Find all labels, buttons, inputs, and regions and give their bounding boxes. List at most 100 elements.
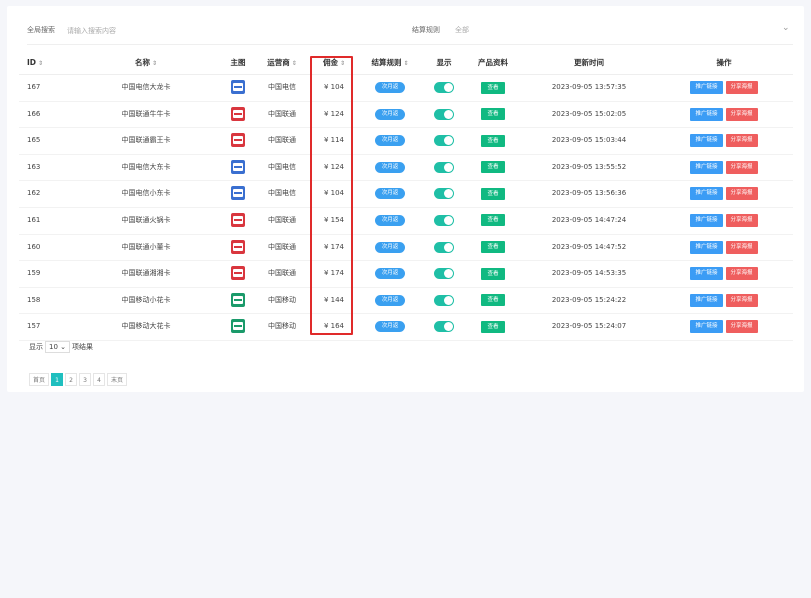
show-toggle[interactable] bbox=[434, 214, 454, 226]
sim-card-icon[interactable] bbox=[231, 80, 245, 94]
show-toggle[interactable] bbox=[434, 294, 454, 306]
chevron-down-icon[interactable]: ⌄ bbox=[782, 23, 790, 33]
view-button[interactable]: 查看 bbox=[481, 267, 505, 280]
show-toggle[interactable] bbox=[434, 321, 454, 333]
promo-link-button[interactable]: 推广链接 bbox=[690, 240, 723, 254]
sim-card-icon[interactable] bbox=[231, 319, 245, 334]
cell-name: 中国联通小董卡 bbox=[121, 242, 171, 251]
sim-card-icon[interactable] bbox=[231, 106, 245, 121]
view-button[interactable]: 查看 bbox=[481, 134, 505, 147]
promo-link-button[interactable]: 推广链接 bbox=[690, 107, 723, 121]
cell-id: 158 bbox=[27, 295, 41, 304]
table-row: 165 中国联通霸王卡 中国联通 ¥ 114 次月返 查看 2023-09-05… bbox=[19, 128, 793, 155]
cell-updated: 2023-09-05 15:03:44 bbox=[551, 136, 627, 145]
sort-icon[interactable]: ⇕ bbox=[403, 60, 408, 67]
column-header-commission[interactable]: 佣金 ⇕ bbox=[312, 52, 356, 74]
column-header-operator[interactable]: 运营商 ⇕ bbox=[257, 52, 307, 74]
sim-card-icon[interactable] bbox=[231, 133, 245, 148]
view-button[interactable]: 查看 bbox=[481, 241, 505, 254]
table-row: 162 中国电信小东卡 中国电信 ¥ 104 次月返 查看 2023-09-05… bbox=[19, 181, 793, 208]
sim-card-icon[interactable] bbox=[231, 159, 245, 174]
column-header-rule[interactable]: 结算规则 ⇕ bbox=[365, 52, 415, 74]
rule-filter-select[interactable]: 全部 bbox=[455, 25, 469, 35]
share-poster-button[interactable]: 分享海报 bbox=[725, 81, 758, 94]
view-button[interactable]: 查看 bbox=[481, 161, 505, 174]
share-poster-button[interactable]: 分享海报 bbox=[725, 240, 758, 254]
pager-page-button[interactable]: 3 bbox=[79, 373, 92, 386]
show-toggle[interactable] bbox=[434, 108, 454, 120]
view-button[interactable]: 查看 bbox=[481, 294, 505, 307]
cell-actions: 推广链接 分享海报 bbox=[659, 155, 789, 180]
product-table: ID ⇕ 名称 ⇕ 主图 运营商 ⇕ 佣金 ⇕ 结算规则 ⇕ 显示 产品资料 更新时间 操… bbox=[19, 52, 793, 341]
pager-last-button[interactable]: 末页 bbox=[107, 373, 128, 386]
show-toggle[interactable] bbox=[434, 161, 454, 173]
view-button[interactable]: 查看 bbox=[481, 108, 505, 121]
sort-icon[interactable]: ⇕ bbox=[340, 60, 345, 67]
cell-updated: 2023-09-05 14:47:24 bbox=[551, 215, 627, 224]
column-header-id[interactable]: ID ⇕ bbox=[19, 52, 59, 74]
share-poster-button[interactable]: 分享海报 bbox=[725, 107, 758, 121]
cell-commission: ¥ 104 bbox=[323, 189, 345, 198]
cell-rule: 次月返 bbox=[365, 75, 415, 100]
show-toggle[interactable] bbox=[434, 135, 454, 147]
cell-name: 中国联通火锅卡 bbox=[121, 215, 171, 224]
show-toggle[interactable] bbox=[434, 188, 454, 200]
share-poster-button[interactable]: 分享海报 bbox=[725, 267, 758, 281]
share-poster-button[interactable]: 分享海报 bbox=[725, 293, 758, 307]
view-button[interactable]: 查看 bbox=[481, 187, 505, 200]
share-poster-button[interactable]: 分享海报 bbox=[725, 160, 758, 174]
sim-card-icon[interactable] bbox=[231, 266, 245, 281]
sort-icon[interactable]: ⇕ bbox=[38, 60, 43, 67]
cell-show bbox=[425, 155, 463, 180]
pager-first-button[interactable]: 首页 bbox=[29, 373, 50, 386]
promo-link-button[interactable]: 推广链接 bbox=[690, 81, 723, 94]
pager-page-button[interactable]: 2 bbox=[65, 373, 78, 386]
pager-page-button[interactable]: 1 bbox=[51, 373, 64, 386]
table-body: 167 中国电信大龙卡 中国电信 ¥ 104 次月返 查看 2023-09-05… bbox=[19, 75, 793, 341]
rule-badge: 次月返 bbox=[374, 161, 406, 173]
view-button[interactable]: 查看 bbox=[481, 81, 505, 94]
sim-card-icon[interactable] bbox=[231, 212, 245, 227]
promo-link-button[interactable]: 推广链接 bbox=[690, 134, 723, 148]
rule-badge: 次月返 bbox=[374, 268, 406, 280]
view-button[interactable]: 查看 bbox=[481, 214, 505, 227]
cell-id: 167 bbox=[27, 83, 41, 91]
show-toggle[interactable] bbox=[434, 268, 454, 280]
cell-product: 查看 bbox=[469, 102, 517, 127]
sim-card-icon[interactable] bbox=[231, 186, 245, 201]
share-poster-button[interactable]: 分享海报 bbox=[725, 320, 758, 334]
search-input[interactable] bbox=[65, 22, 399, 40]
sort-icon[interactable]: ⇕ bbox=[292, 60, 297, 67]
pager-page-button[interactable]: 4 bbox=[93, 373, 106, 386]
sort-icon[interactable]: ⇕ bbox=[152, 60, 157, 67]
page-size-select[interactable]: 10 ⌄ bbox=[45, 341, 71, 353]
share-poster-button[interactable]: 分享海报 bbox=[725, 213, 758, 227]
show-toggle[interactable] bbox=[434, 241, 454, 253]
cell-show bbox=[425, 261, 463, 286]
cell-updated: 2023-09-05 13:56:36 bbox=[551, 189, 627, 198]
cell-product: 查看 bbox=[469, 181, 517, 206]
cell-image bbox=[223, 261, 253, 286]
promo-link-button[interactable]: 推广链接 bbox=[690, 160, 723, 174]
promo-link-button[interactable]: 推广链接 bbox=[690, 267, 723, 281]
cell-operator: 中国电信 bbox=[268, 189, 296, 198]
cell-commission: ¥ 164 bbox=[323, 322, 345, 331]
sim-card-icon[interactable] bbox=[231, 239, 245, 254]
cell-image bbox=[223, 181, 253, 206]
view-button[interactable]: 查看 bbox=[481, 320, 505, 333]
show-toggle[interactable] bbox=[434, 82, 454, 93]
promo-link-button[interactable]: 推广链接 bbox=[690, 213, 723, 227]
rule-badge: 次月返 bbox=[374, 321, 406, 333]
cell-commission: ¥ 124 bbox=[323, 109, 345, 118]
promo-link-button[interactable]: 推广链接 bbox=[690, 187, 723, 201]
rule-badge: 次月返 bbox=[374, 108, 406, 120]
share-poster-button[interactable]: 分享海报 bbox=[725, 134, 758, 148]
promo-link-button[interactable]: 推广链接 bbox=[690, 293, 723, 307]
sim-card-icon[interactable] bbox=[231, 292, 245, 307]
share-poster-button[interactable]: 分享海报 bbox=[725, 187, 758, 201]
cell-show bbox=[425, 75, 463, 100]
promo-link-button[interactable]: 推广链接 bbox=[690, 320, 723, 334]
table-row: 161 中国联通火锅卡 中国联通 ¥ 154 次月返 查看 2023-09-05… bbox=[19, 208, 793, 235]
table-row: 160 中国联通小董卡 中国联通 ¥ 174 次月返 查看 2023-09-05… bbox=[19, 235, 793, 262]
column-header-name[interactable]: 名称 ⇕ bbox=[71, 52, 221, 74]
